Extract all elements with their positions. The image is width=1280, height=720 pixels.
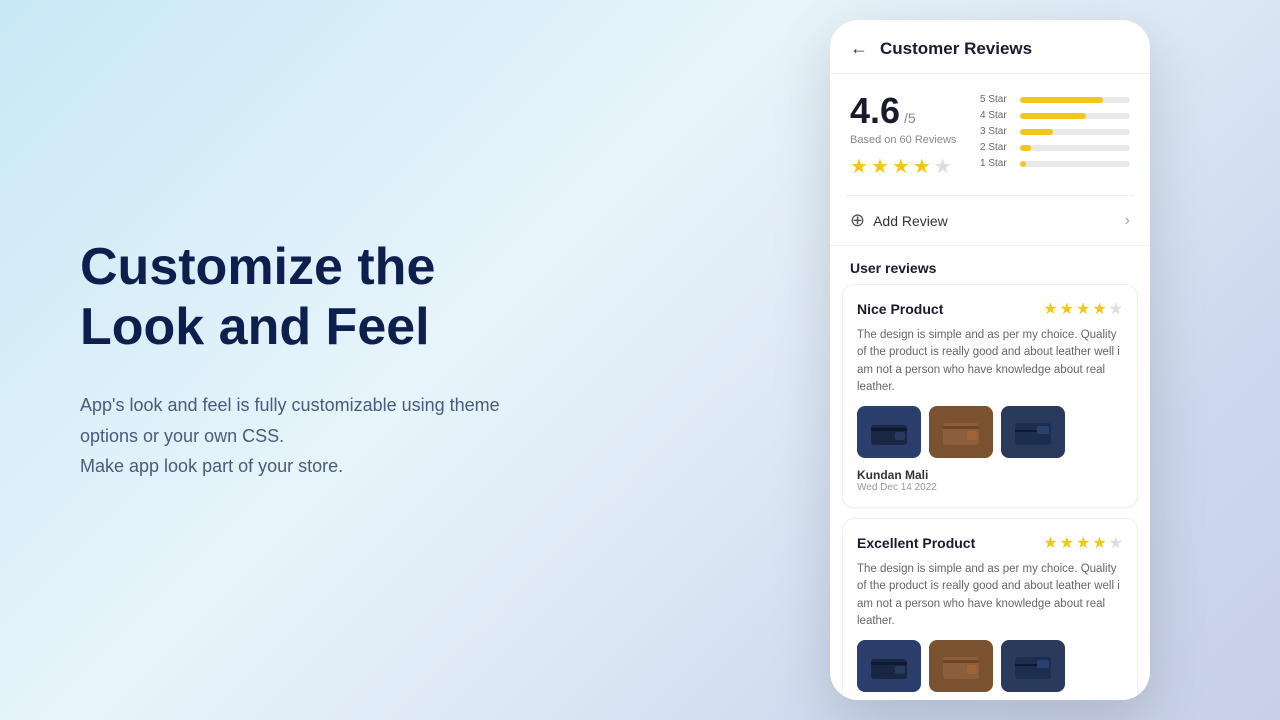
bar-label-3: 3 Star [980, 126, 1012, 137]
r2-star2: ★ [1060, 533, 1074, 553]
product-img-2c [1001, 640, 1065, 692]
r1-star5: ★ [1109, 299, 1123, 319]
bar-track-1 [1020, 161, 1130, 167]
heading-line1: Customize the [80, 238, 435, 296]
r1-star4: ★ [1092, 299, 1106, 319]
summary-stars: ★ ★ ★ ★ ★ [850, 154, 952, 179]
product-img-2b [929, 640, 993, 692]
bar-fill-2 [1020, 145, 1031, 151]
rating-summary: 4.6 /5 Based on 60 Reviews ★ ★ ★ ★ ★ 5 S… [830, 74, 1150, 195]
bar-row-4star: 4 Star [980, 110, 1130, 121]
rating-denom: /5 [904, 110, 916, 126]
left-panel: Customize the Look and Feel App's look a… [0, 178, 720, 541]
r2-star4: ★ [1092, 533, 1106, 553]
bar-label-1: 1 Star [980, 158, 1012, 169]
star-2: ★ [871, 154, 889, 179]
review-title-1: Nice Product [857, 301, 943, 317]
bar-track-3 [1020, 129, 1130, 135]
review-images-2 [857, 640, 1123, 692]
r1-star1: ★ [1043, 299, 1057, 319]
review-stars-2: ★ ★ ★ ★ ★ [1043, 533, 1123, 553]
reviewer-info-1: Kundan Mali Wed Dec 14 2022 [857, 468, 1123, 493]
chevron-right-icon: › [1125, 212, 1130, 230]
review-stars-1: ★ ★ ★ ★ ★ [1043, 299, 1123, 319]
user-reviews-label: User reviews [830, 246, 1150, 284]
bar-row-2star: 2 Star [980, 142, 1130, 153]
bar-fill-4 [1020, 113, 1086, 119]
r2-star5: ★ [1109, 533, 1123, 553]
r2-star3: ★ [1076, 533, 1090, 553]
review-title-2: Excellent Product [857, 535, 975, 551]
review-header-2: Excellent Product ★ ★ ★ ★ ★ [857, 533, 1123, 553]
main-heading: Customize the Look and Feel [80, 238, 660, 358]
bar-label-5: 5 Star [980, 94, 1012, 105]
subtext-line2: options or your own CSS. [80, 426, 284, 446]
add-review-label: Add Review [873, 213, 1125, 229]
bar-track-5 [1020, 97, 1130, 103]
subtext-line1: App's look and feel is fully customizabl… [80, 395, 500, 415]
r1-star2: ★ [1060, 299, 1074, 319]
review-text-2: The design is simple and as per my choic… [857, 561, 1123, 630]
product-img-1b [929, 406, 993, 458]
product-img-1c [1001, 406, 1065, 458]
heading-line2: Look and Feel [80, 298, 430, 356]
bar-fill-5 [1020, 97, 1103, 103]
bar-fill-3 [1020, 129, 1053, 135]
rating-based: Based on 60 Reviews [850, 134, 956, 146]
right-panel: ← Customer Reviews 4.6 /5 Based on 60 Re… [720, 20, 1280, 700]
bar-track-2 [1020, 145, 1130, 151]
rating-number: 4.6 [850, 90, 900, 132]
bar-label-2: 2 Star [980, 142, 1012, 153]
bar-fill-1 [1020, 161, 1026, 167]
bar-row-3star: 3 Star [980, 126, 1130, 137]
sub-text: App's look and feel is fully customizabl… [80, 390, 600, 482]
rating-left: 4.6 /5 Based on 60 Reviews ★ ★ ★ ★ ★ [850, 90, 960, 179]
reviewer-name-1: Kundan Mali [857, 468, 1123, 482]
star-3: ★ [892, 154, 910, 179]
phone-header: ← Customer Reviews [830, 20, 1150, 74]
page-title: Customer Reviews [880, 39, 1032, 59]
star-5: ★ [934, 154, 952, 179]
review-text-1: The design is simple and as per my choic… [857, 327, 1123, 396]
review-card-1: Nice Product ★ ★ ★ ★ ★ The design is sim… [842, 284, 1138, 508]
r2-star1: ★ [1043, 533, 1057, 553]
phone-mockup: ← Customer Reviews 4.6 /5 Based on 60 Re… [830, 20, 1150, 700]
bar-label-4: 4 Star [980, 110, 1012, 121]
reviews-scroll[interactable]: Nice Product ★ ★ ★ ★ ★ The design is sim… [830, 284, 1150, 700]
product-img-1a [857, 406, 921, 458]
subtext-line3: Make app look part of your store. [80, 456, 343, 476]
add-review-row[interactable]: ⊕ Add Review › [830, 196, 1150, 246]
product-img-2a [857, 640, 921, 692]
star-4: ★ [913, 154, 931, 179]
bar-row-5star: 5 Star [980, 94, 1130, 105]
rating-bars: 5 Star 4 Star 3 Star [980, 90, 1130, 169]
big-rating: 4.6 /5 [850, 90, 916, 132]
bar-row-1star: 1 Star [980, 158, 1130, 169]
r1-star3: ★ [1076, 299, 1090, 319]
reviewer-date-1: Wed Dec 14 2022 [857, 482, 1123, 493]
back-arrow-icon[interactable]: ← [850, 38, 868, 59]
review-header-1: Nice Product ★ ★ ★ ★ ★ [857, 299, 1123, 319]
review-card-2: Excellent Product ★ ★ ★ ★ ★ The design i… [842, 518, 1138, 700]
bar-track-4 [1020, 113, 1130, 119]
star-1: ★ [850, 154, 868, 179]
review-images-1 [857, 406, 1123, 458]
plus-circle-icon: ⊕ [850, 210, 865, 231]
